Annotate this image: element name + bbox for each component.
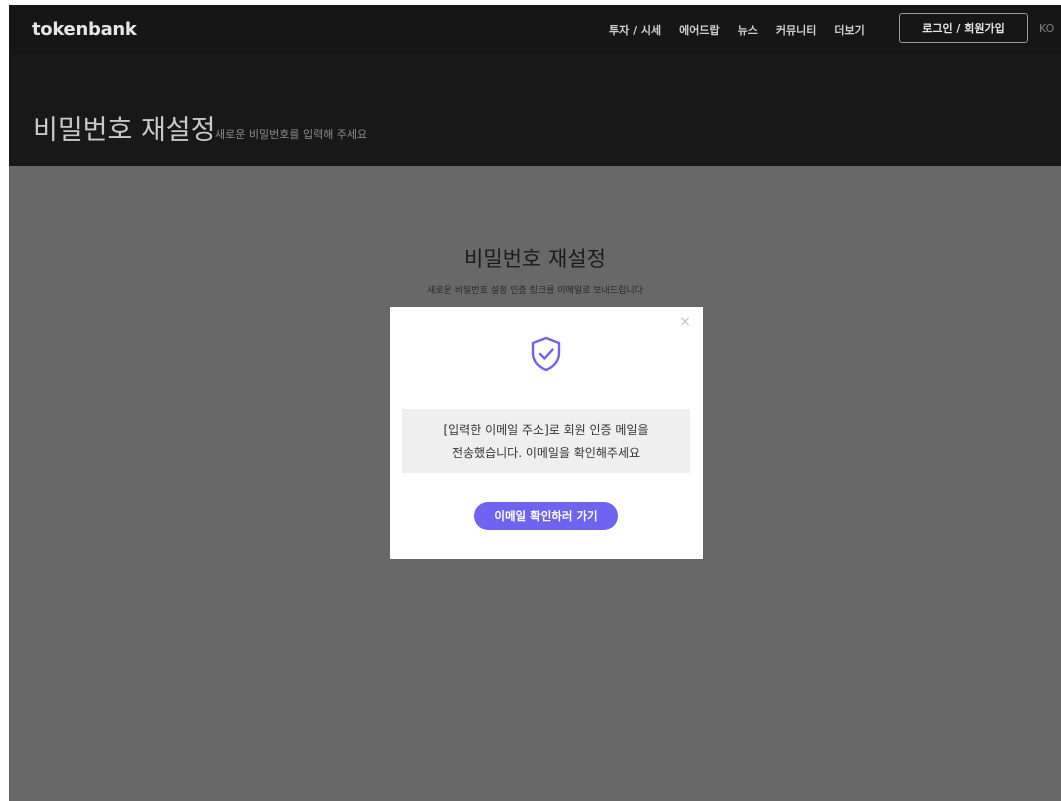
- page-subtitle: 새로운 비밀번호를 입력해 주세요: [215, 128, 368, 141]
- page-hero: 비밀번호 재설정 새로운 비밀번호를 입력해 주세요: [9, 53, 1061, 166]
- language-selector[interactable]: KO: [1039, 22, 1054, 35]
- login-signup-button[interactable]: 로그인 / 회원가입: [899, 13, 1028, 43]
- nav-item-airdrop[interactable]: 에어드랍: [679, 22, 719, 38]
- email-sent-modal: × [입력한 이메일 주소]로 회원 인증 메일을 전송했습니다. 이메일을 확…: [390, 307, 703, 559]
- section-subtitle: 새로운 비밀번호 설정 인증 링크를 이메일로 보내드립니다: [427, 286, 643, 296]
- section-title: 비밀번호 재설정: [464, 247, 606, 271]
- main-nav: 투자 / 시세 에어드랍 뉴스 커뮤니티 더보기: [609, 22, 865, 38]
- message-line-1: [입력한 이메일 주소]로 회원 인증 메일을: [443, 423, 649, 437]
- nav-item-invest[interactable]: 투자 / 시세: [609, 22, 661, 38]
- shield-check-icon: [531, 336, 561, 372]
- nav-item-community[interactable]: 커뮤니티: [776, 22, 816, 38]
- top-navbar: tokenbank 투자 / 시세 에어드랍 뉴스 커뮤니티 더보기 로그인 /…: [9, 5, 1061, 53]
- nav-item-more[interactable]: 더보기: [834, 22, 864, 38]
- logo[interactable]: tokenbank: [32, 19, 137, 40]
- go-check-email-button[interactable]: 이메일 확인하러 가기: [474, 502, 618, 530]
- page-title: 비밀번호 재설정: [33, 115, 216, 146]
- message-box: [입력한 이메일 주소]로 회원 인증 메일을 전송했습니다. 이메일을 확인해…: [402, 409, 690, 473]
- message-line-2: 전송했습니다. 이메일을 확인해주세요: [451, 446, 641, 460]
- page-frame: tokenbank 투자 / 시세 에어드랍 뉴스 커뮤니티 더보기 로그인 /…: [9, 5, 1061, 801]
- nav-item-news[interactable]: 뉴스: [738, 22, 758, 38]
- close-icon[interactable]: ×: [679, 315, 691, 329]
